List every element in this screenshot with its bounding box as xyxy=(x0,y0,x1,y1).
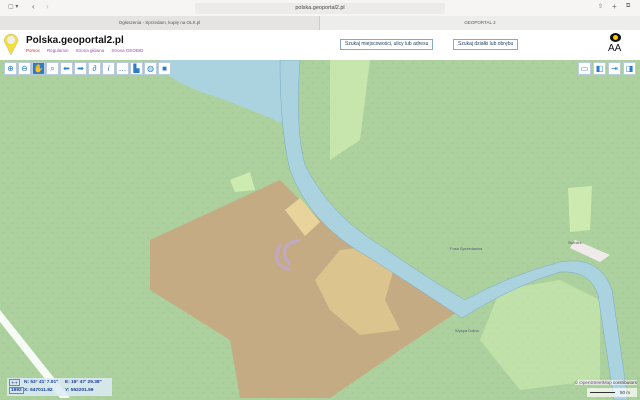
layout-right-icon[interactable]: ◨ xyxy=(623,62,636,75)
layout-enter-icon[interactable]: ⇥ xyxy=(608,62,621,75)
browser-toolbar: ▢ ▾ ‹ › polska.geoportal2.pl ⇧ + ⧉ xyxy=(0,0,640,16)
longitude: E: 18° 47' 29.38" xyxy=(65,380,102,385)
new-tab-icon[interactable]: + xyxy=(612,2,617,11)
coordinates-panel: +·+ 1992 N: 53° 41' 7.01" E: 18° 47' 29.… xyxy=(7,378,112,396)
latitude: N: 53° 41' 7.01" xyxy=(24,380,59,385)
link-geobid[interactable]: Strona GEOBID xyxy=(111,48,143,53)
back-icon[interactable]: ‹ xyxy=(32,2,35,11)
site-header: Polska.geoportal2.pl Pomoc Regulamin Stron… xyxy=(0,30,640,60)
tab-bar: Ogłoszenia - Sprzedam, kupię na OLX.pl G… xyxy=(0,16,640,30)
meadow-area xyxy=(568,186,592,232)
tabs-icon[interactable]: ⧉ xyxy=(626,3,630,10)
scale-bar: 50 m xyxy=(587,388,637,397)
link-home[interactable]: Strona główna xyxy=(76,48,105,53)
copyright: © xyxy=(574,380,578,385)
map-canvas[interactable] xyxy=(0,60,640,400)
place-label: Wyspa Dolna xyxy=(455,328,479,333)
crs-button[interactable]: 1992 xyxy=(9,387,24,394)
zoom-out-icon[interactable]: ⊖ xyxy=(18,62,31,75)
link-icon[interactable]: ∂ xyxy=(88,62,101,75)
crosshair-icon[interactable]: +·+ xyxy=(9,379,20,386)
scale-label: 50 m xyxy=(620,390,631,395)
layout-top-icon[interactable]: ▭ xyxy=(578,62,591,75)
forward-icon[interactable]: ➡ xyxy=(74,62,87,75)
url-bar[interactable]: polska.geoportal2.pl xyxy=(195,3,445,14)
back-icon[interactable]: ⬅ xyxy=(60,62,73,75)
print-icon[interactable]: ▙ xyxy=(130,62,143,75)
page-title[interactable]: Polska.geoportal2.pl xyxy=(26,35,124,46)
font-size-button[interactable]: AA xyxy=(608,43,621,54)
zoom-in-icon[interactable]: ⊕ xyxy=(4,62,17,75)
link-help[interactable]: Pomoc xyxy=(26,48,40,53)
osm-link[interactable]: OpenStreetMap xyxy=(579,380,611,385)
tab-olx[interactable]: Ogłoszenia - Sprzedam, kupię na OLX.pl xyxy=(0,16,320,30)
link-terms[interactable]: Regulamin xyxy=(47,48,69,53)
measure-icon[interactable]: … xyxy=(116,62,129,75)
tab-label: GEOPORTAL 2 xyxy=(464,20,496,25)
map-toolbar: ⊕ ⊖ ✋ ⌕ ⬅ ➡ ∂ i … ▙ ◍ ■ xyxy=(4,62,171,75)
zoom-box-icon[interactable]: ⌕ xyxy=(46,62,59,75)
geobid-logo[interactable] xyxy=(3,32,19,56)
header-links: Pomoc Regulamin Strona główna Strona GEOBID xyxy=(26,48,150,53)
camera-icon[interactable]: ■ xyxy=(158,62,171,75)
tab-geoportal[interactable]: GEOPORTAL 2 xyxy=(320,16,640,30)
globe-icon[interactable]: ◍ xyxy=(144,62,157,75)
info-icon[interactable]: i xyxy=(102,62,115,75)
eye-icon[interactable] xyxy=(610,33,621,42)
share-icon[interactable]: ⇧ xyxy=(598,3,603,10)
sidebar-icon[interactable]: ▢ ▾ xyxy=(8,3,18,10)
attribution: © OpenStreetMap contributors xyxy=(574,380,637,385)
x-coordinate: X: 647011.82 xyxy=(24,388,53,393)
pan-hand-icon[interactable]: ✋ xyxy=(32,62,45,75)
tab-label: Ogłoszenia - Sprzedam, kupię na OLX.pl xyxy=(118,20,201,25)
search-parcel-button[interactable]: Szukaj działki lub obrębu xyxy=(453,39,519,50)
place-label: Świniec xyxy=(568,240,582,245)
search-address-button[interactable]: Szukaj miejscowości, ulicy lub adresu xyxy=(340,39,434,50)
attribution-text: contributors xyxy=(612,380,637,385)
y-coordinate: Y: 552201.59 xyxy=(65,388,94,393)
place-label: Fosa Sprzedawna xyxy=(450,246,483,251)
layout-left-icon[interactable]: ◧ xyxy=(593,62,606,75)
layout-tools: ▭ ◧ ⇥ ◨ xyxy=(578,62,636,75)
forward-icon[interactable]: › xyxy=(46,2,49,11)
